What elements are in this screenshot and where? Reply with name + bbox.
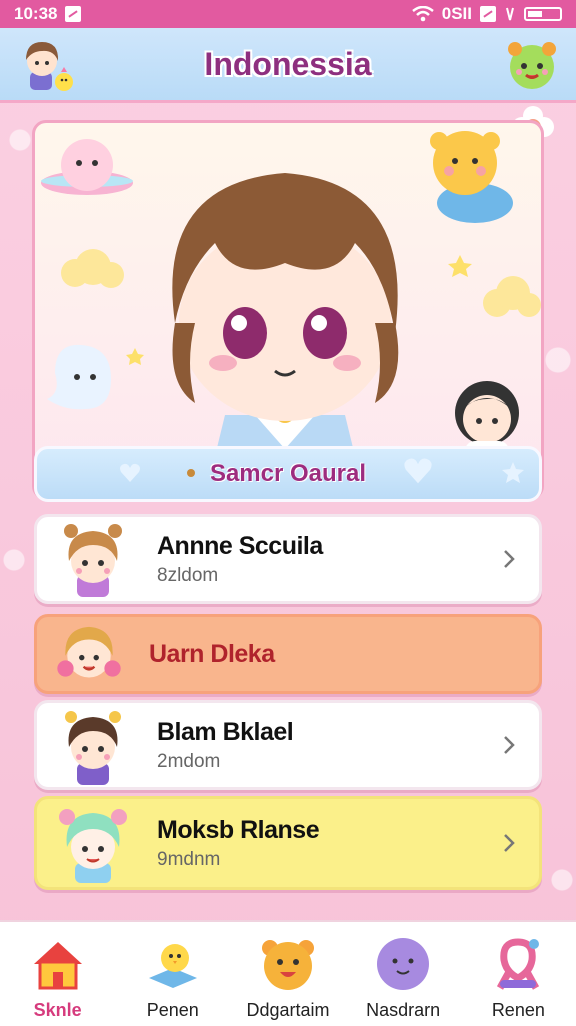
tab-renen[interactable]: Renen (468, 922, 568, 1021)
tab-nasdrarn[interactable]: Nasdrarn (353, 922, 453, 1021)
chevron-right-icon (504, 834, 515, 852)
chevron-right-icon (504, 736, 515, 754)
list-item[interactable]: Blam Bklael 2mdom (34, 700, 542, 790)
blob-icon (377, 938, 430, 990)
dot-icon (187, 469, 195, 477)
bottom-tab-bar: Sknle Penen Ddgartaim Nasdrarn Renen (0, 920, 576, 1026)
tab-label: Penen (146, 1000, 199, 1020)
list-item-name: Uarn Dleka (149, 639, 275, 668)
tab-home[interactable]: Sknle (8, 922, 108, 1021)
bear-icon (261, 940, 314, 990)
list-item[interactable]: Uarn Dleka (34, 614, 542, 694)
page-title: Indonessia (204, 45, 372, 82)
list-item-subtitle: 8zldom (157, 564, 219, 586)
battery-icon (524, 7, 562, 21)
star-icon (502, 462, 524, 483)
list-item[interactable]: Annne Sccuila 8zldom (34, 514, 542, 604)
hero-character-illustration (41, 131, 541, 497)
ribbon-icon (497, 938, 540, 990)
tab-ddgartaim[interactable]: Ddgartaim (238, 922, 338, 1021)
chick-icon (148, 944, 197, 988)
network-label: 0SII (441, 4, 472, 23)
hero-card[interactable] (32, 120, 544, 500)
tab-penen[interactable]: Penen (123, 922, 223, 1021)
list-item-name: Moksb Rlanse (157, 815, 320, 844)
signal-icon (506, 7, 514, 21)
tab-label: Ddgartaim (246, 1000, 330, 1020)
home-icon (33, 942, 82, 990)
notification-icon (65, 6, 82, 22)
list-item-subtitle: 9mdnm (157, 848, 221, 870)
tab-label: Renen (491, 1000, 545, 1020)
app-header: Indonessia (0, 28, 576, 103)
list-item[interactable]: Moksb Rlanse 9mdnm (34, 796, 542, 890)
avatar (57, 626, 121, 678)
heart-icon (120, 463, 140, 482)
profile-avatar-icon[interactable] (14, 34, 74, 94)
avatar (59, 809, 127, 883)
heart-icon-2 (404, 458, 432, 484)
avatar (64, 524, 122, 597)
hero-name: Samcr Oaural (209, 460, 367, 487)
sim-icon (480, 6, 496, 22)
list-item-name: Annne Sccuila (157, 531, 323, 560)
avatar (65, 711, 121, 785)
status-bar: 10:38 0SII (0, 0, 576, 28)
list-item-name: Blam Bklael (157, 717, 294, 746)
tab-label: Sknle (33, 1000, 82, 1020)
list-item-subtitle: 2mdom (157, 750, 221, 772)
tab-label: Nasdrarn (366, 1000, 441, 1020)
status-time: 10:38 (14, 4, 58, 23)
hero-name-banner: Samcr Oaural (34, 446, 542, 502)
chevron-right-icon (504, 550, 515, 568)
wifi-icon (411, 6, 434, 22)
mascot-icon[interactable] (502, 34, 562, 94)
